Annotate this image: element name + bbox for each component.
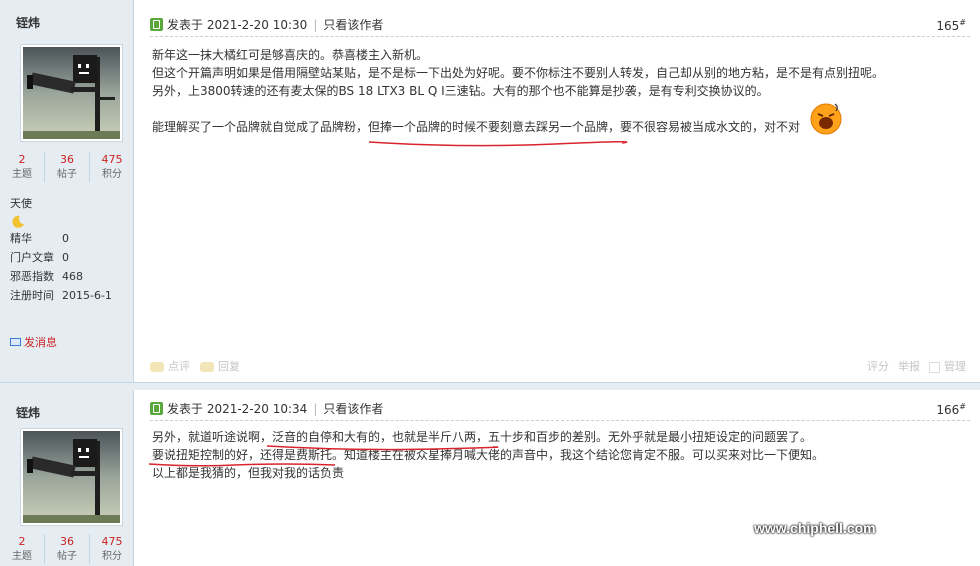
author-stats: 2 主题 36 帖子 475 积分 [0, 152, 134, 182]
author-name[interactable]: 铚炜 [16, 14, 40, 31]
only-author-link[interactable]: 只看该作者 [323, 16, 383, 33]
post-line: 新年这一抹大橘红可是够喜庆的。恭喜楼主入新机。 [152, 48, 429, 62]
stat-credits-label: 积分 [102, 169, 122, 180]
post-separator [0, 382, 980, 390]
post-content-area: 发表于 2021-2-20 10:30 | 只看该作者 165# 新年这一抹大橘… [135, 0, 980, 382]
stat-posts-label: 帖子 [57, 169, 77, 180]
post-line: 要说扭矩控制的好，还得是费斯托。知道楼主在被众星捧月喊大佬的声音中，我这个结论您… [152, 448, 825, 462]
only-author-link[interactable]: 只看该作者 [323, 400, 383, 417]
stat-threads-label: 主题 [12, 169, 32, 180]
post-footer: 点评 回复 评分 举报 管理 [150, 358, 966, 374]
info-register-date: 注册时间 2015-6-1 [10, 289, 112, 302]
avatar[interactable] [20, 44, 123, 142]
stat-credits-count: 475 [101, 153, 123, 166]
laughing-emoji-icon [810, 103, 842, 135]
reply-icon [200, 362, 214, 372]
divider [150, 420, 970, 421]
info-evil-index: 邪恶指数 468 [10, 270, 83, 283]
user-rank[interactable]: 天使 [10, 194, 112, 213]
post-line: 以上都是我猜的，但我对我的话负责 [152, 466, 345, 480]
stat-threads-label: 主题 [12, 551, 32, 562]
floor-number[interactable]: 166# [936, 402, 966, 417]
manage-checkbox[interactable]: 管理 [929, 358, 966, 374]
stat-credits-label: 积分 [102, 551, 122, 562]
author-stats: 2 主题 36 帖子 475 积分 [0, 534, 134, 564]
avatar-image [23, 431, 120, 523]
post-line: 另外，就道听途说啊，泛音的自停和大有的，也就是半斤八两，五十步和百步的差别。无外… [152, 430, 813, 444]
site-watermark: www.chiphell.com [754, 520, 876, 536]
highlighted-phrase: 但捧一个品牌的时候不要刻意去踩另一个品牌， [368, 120, 621, 134]
send-message-label: 发消息 [24, 336, 57, 349]
online-status-icon [150, 18, 163, 31]
stat-threads[interactable]: 2 主题 [0, 152, 45, 182]
post-body: 新年这一抹大橘红可是够喜庆的。恭喜楼主入新机。 但这个开篇声明如果是借用隔壁站某… [152, 46, 885, 136]
highlighted-phrase: 要说扭矩控制的好，还得是费斯托。 [152, 448, 345, 462]
post-166: 铚炜 2 主题 36 帖子 475 积分 发表于 2021-2-20 10:34… [0, 390, 980, 566]
stat-posts[interactable]: 36 帖子 [45, 152, 90, 182]
post-body: 另外，就道听途说啊，泛音的自停和大有的，也就是半斤八两，五十步和百步的差别。无外… [152, 428, 862, 482]
post-line: 能理解买了一个品牌就自觉成了品牌粉，但捧一个品牌的时候不要刻意去踩另一个品牌，要… [152, 120, 801, 134]
post-info-bar: 发表于 2021-2-20 10:34 | 只看该作者 [150, 400, 383, 417]
post-info-bar: 发表于 2021-2-20 10:30 | 只看该作者 [150, 16, 383, 33]
post-line: 另外，上3800转速的还有麦太保的BS 18 LTX3 BL Q I三速钻。大有… [152, 84, 769, 98]
online-status-icon [150, 402, 163, 415]
post-165: 铚炜 2 主题 36 帖子 475 积分 天使 精华 0 门户文章 0 邪恶指数… [0, 0, 980, 382]
divider [150, 36, 970, 37]
stat-credits[interactable]: 475 积分 [90, 152, 134, 182]
stat-credits[interactable]: 475 积分 [90, 534, 134, 564]
author-info: 天使 精华 0 门户文章 0 邪恶指数 468 注册时间 2015-6-1 [10, 194, 112, 305]
envelope-icon [10, 338, 21, 346]
checkbox-icon [929, 361, 940, 373]
rate-button[interactable]: 评分 [867, 358, 889, 374]
comment-icon [150, 362, 164, 372]
stat-threads-count: 2 [18, 535, 26, 548]
reply-button[interactable]: 回复 [200, 358, 240, 374]
report-button[interactable]: 举报 [898, 358, 920, 374]
post-line: 但这个开篇声明如果是借用隔壁站某贴，是不是标一下出处为好呢。要不你标注不要别人转… [152, 66, 885, 80]
floor-number[interactable]: 165# [936, 18, 966, 33]
stat-credits-count: 475 [101, 535, 123, 548]
stat-threads[interactable]: 2 主题 [0, 534, 45, 564]
avatar-image [23, 47, 120, 139]
comment-button[interactable]: 点评 [150, 358, 190, 374]
author-name[interactable]: 铚炜 [16, 404, 40, 421]
post-time: 发表于 2021-2-20 10:30 [167, 18, 308, 32]
author-sidebar: 铚炜 2 主题 36 帖子 475 积分 天使 精华 0 门户文章 0 邪恶指数… [0, 0, 134, 382]
post-content-area: 发表于 2021-2-20 10:34 | 只看该作者 166# 另外，就道听途… [135, 390, 980, 566]
stat-posts-count: 36 [60, 535, 74, 548]
send-message-link[interactable]: 发消息 [10, 334, 57, 350]
avatar[interactable] [20, 428, 123, 526]
info-digest: 精华 0 [10, 232, 69, 245]
stat-posts-label: 帖子 [57, 551, 77, 562]
stat-threads-count: 2 [18, 153, 26, 166]
info-portal-articles: 门户文章 0 [10, 251, 69, 264]
moon-icon [12, 215, 24, 228]
chiphell-logo-icon [881, 457, 953, 553]
author-sidebar: 铚炜 2 主题 36 帖子 475 积分 [0, 390, 134, 566]
stat-posts-count: 36 [60, 153, 74, 166]
highlighted-phrase: 泛音的自停和大有的，也就是半斤八两， [272, 430, 489, 444]
stat-posts[interactable]: 36 帖子 [45, 534, 90, 564]
post-time: 发表于 2021-2-20 10:34 [167, 402, 308, 416]
